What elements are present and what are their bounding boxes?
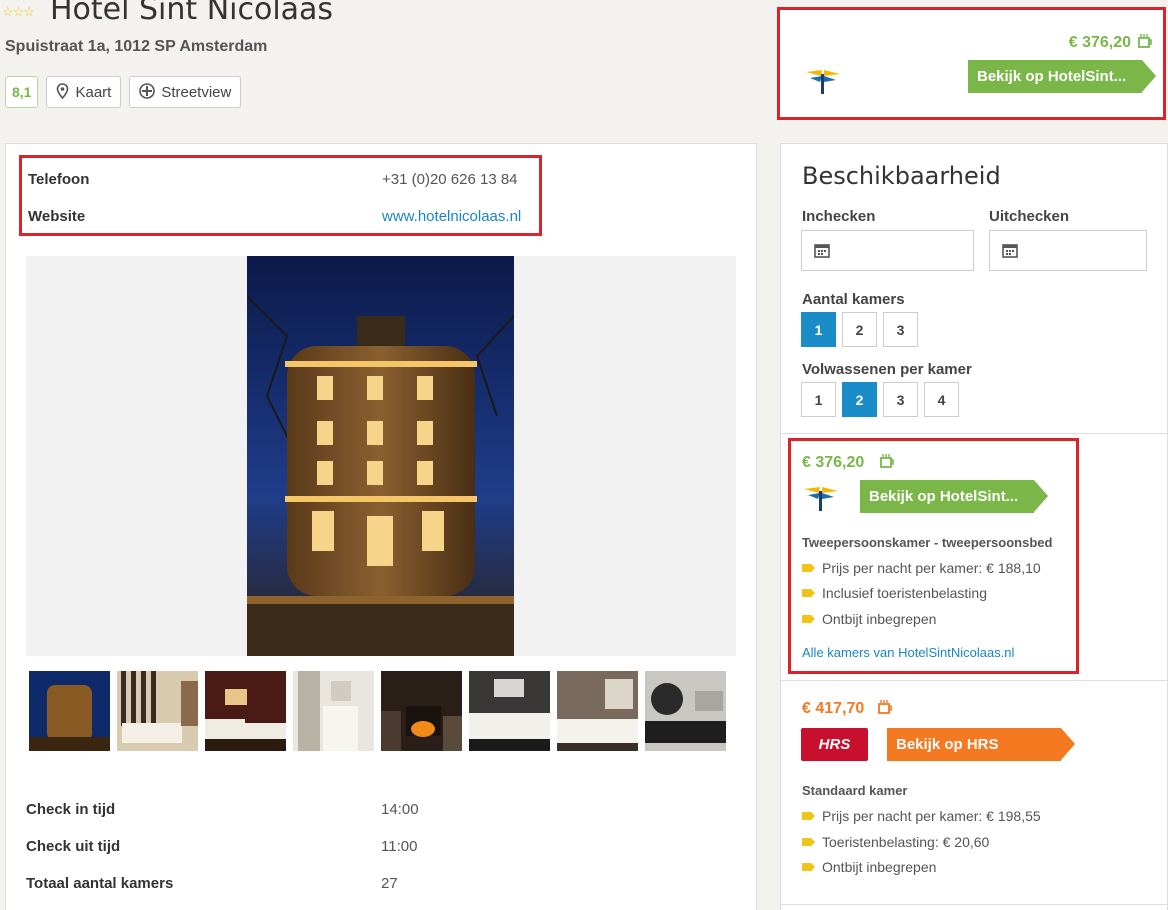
tag-icon — [802, 589, 815, 597]
divider — [781, 904, 1167, 905]
tag-icon — [802, 615, 815, 623]
phone-value: +31 (0)20 626 13 84 — [382, 171, 518, 188]
deal-bullet: Ontbijt inbegrepen — [802, 611, 936, 627]
adults-option[interactable]: 3 — [883, 382, 918, 417]
review-score-badge[interactable]: 8,1 — [5, 76, 39, 108]
map-button[interactable]: Kaart — [46, 76, 122, 108]
deal-bullet-text: Toeristenbelasting: € 20,60 — [822, 834, 990, 850]
fact-value: 27 — [381, 875, 398, 892]
deal-view-button[interactable]: Bekijk op HotelSint... — [860, 480, 1048, 513]
divider — [781, 680, 1167, 681]
tag-icon — [802, 838, 815, 846]
checkin-date-input[interactable] — [801, 230, 974, 271]
thumbnail[interactable] — [29, 671, 110, 751]
divider — [781, 433, 1167, 434]
phone-label: Telefoon — [28, 171, 90, 188]
streetview-button-label: Streetview — [161, 83, 232, 101]
deal-price: € 376,20 — [802, 454, 865, 471]
availability-sidebar: Beschikbaarheid Inchecken Uitchecken Aan… — [780, 143, 1168, 910]
hrs-logo: HRS — [801, 728, 868, 761]
fact-label: Totaal aantal kamers — [26, 875, 174, 892]
thumbnail[interactable] — [557, 671, 638, 751]
website-label: Website — [28, 208, 86, 225]
hotel-details-panel: Telefoon +31 (0)20 626 13 84 Website www… — [5, 143, 757, 910]
streetview-button[interactable]: Streetview — [129, 76, 242, 108]
deal-bullet-text: Ontbijt inbegrepen — [822, 859, 937, 875]
website-link[interactable]: www.hotelnicolaas.nl — [382, 208, 521, 225]
hotel-main-photo[interactable] — [247, 256, 514, 656]
adults-option[interactable]: 2 — [842, 382, 877, 417]
fact-value: 11:00 — [381, 838, 418, 855]
deal-bullet: Prijs per nacht per kamer: € 188,10 — [802, 560, 1041, 576]
top-deal-price: € 376,20 — [1068, 34, 1131, 51]
top-deal-view-button[interactable]: Bekijk op HotelSint... — [968, 60, 1156, 93]
adults-selector: 1 2 3 4 — [801, 382, 959, 417]
calendar-icon — [814, 242, 830, 263]
calendar-icon — [1002, 242, 1018, 263]
deal-view-button[interactable]: Bekijk op HRS — [887, 728, 1075, 761]
deal-bullet: Ontbijt inbegrepen — [802, 859, 936, 875]
rooms-option[interactable]: 3 — [883, 312, 918, 347]
fact-label: Check in tijd — [26, 801, 116, 818]
adults-label: Volwassenen per kamer — [802, 361, 972, 378]
breakfast-icon — [1137, 33, 1153, 54]
rooms-option[interactable]: 1 — [801, 312, 836, 347]
hotel-address: Spuistraat 1a, 1012 SP Amsterdam — [5, 38, 268, 55]
breakfast-icon — [877, 699, 893, 720]
hotel-header: ☆☆☆ Hotel Sint Nicolaas Spuistraat 1a, 1… — [0, 0, 760, 130]
deal-box-hotel: € 376,20 Bekijk op HotelSint... Tweepers… — [788, 438, 1079, 674]
checkin-label: Inchecken — [802, 208, 876, 225]
checkout-label: Uitchecken — [989, 208, 1070, 225]
all-rooms-link[interactable]: Alle kamers van HotelSintNicolaas.nl — [802, 645, 1014, 660]
deal-price: € 417,70 — [802, 700, 865, 717]
thumbnail[interactable] — [117, 671, 198, 751]
adults-option[interactable]: 4 — [924, 382, 959, 417]
deal-bullet-text: Inclusief toeristenbelasting — [822, 585, 987, 601]
provider-logo-icon — [802, 481, 840, 513]
fact-value: 14:00 — [381, 801, 419, 818]
room-type: Standaard kamer — [802, 783, 908, 798]
thumbnail[interactable] — [469, 671, 550, 751]
tag-icon — [802, 812, 815, 820]
deal-bullet-text: Prijs per nacht per kamer: € 198,55 — [822, 808, 1041, 824]
contact-info: Telefoon +31 (0)20 626 13 84 Website www… — [19, 155, 542, 236]
rooms-option[interactable]: 2 — [842, 312, 877, 347]
checkout-date-input[interactable] — [989, 230, 1147, 271]
adults-option[interactable]: 1 — [801, 382, 836, 417]
thumbnail[interactable] — [381, 671, 462, 751]
deal-bullet: Inclusief toeristenbelasting — [802, 585, 987, 601]
tag-icon — [802, 863, 815, 871]
thumbnail[interactable] — [205, 671, 286, 751]
breakfast-icon — [879, 453, 895, 474]
deal-bullet: Toeristenbelasting: € 20,60 — [802, 834, 989, 850]
streetview-icon — [139, 82, 156, 102]
deal-bullet: Prijs per nacht per kamer: € 198,55 — [802, 808, 1041, 824]
thumbnail[interactable] — [645, 671, 726, 751]
availability-title: Beschikbaarheid — [802, 162, 1001, 190]
provider-logo-icon — [804, 64, 842, 96]
thumbnail[interactable] — [293, 671, 374, 751]
deal-bullet-text: Prijs per nacht per kamer: € 188,10 — [822, 560, 1041, 576]
photo-thumbnails — [29, 671, 726, 751]
hotel-name: Hotel Sint Nicolaas — [50, 0, 334, 27]
top-deal-box: € 376,20 Bekijk op HotelSint... — [777, 7, 1166, 120]
deal-bullet-text: Ontbijt inbegrepen — [822, 611, 937, 627]
main-photo-area[interactable] — [26, 256, 736, 656]
map-button-label: Kaart — [75, 83, 112, 101]
room-type: Tweepersoonskamer - tweepersoonsbed — [802, 535, 1053, 550]
fact-label: Check uit tijd — [26, 838, 121, 855]
star-rating-icon: ☆☆☆ — [2, 4, 35, 19]
map-pin-icon — [56, 82, 69, 102]
tag-icon — [802, 564, 815, 572]
hotel-tags: 8,1 Kaart Streetview — [5, 76, 242, 108]
rooms-label: Aantal kamers — [802, 291, 905, 308]
rooms-selector: 1 2 3 — [801, 312, 918, 347]
